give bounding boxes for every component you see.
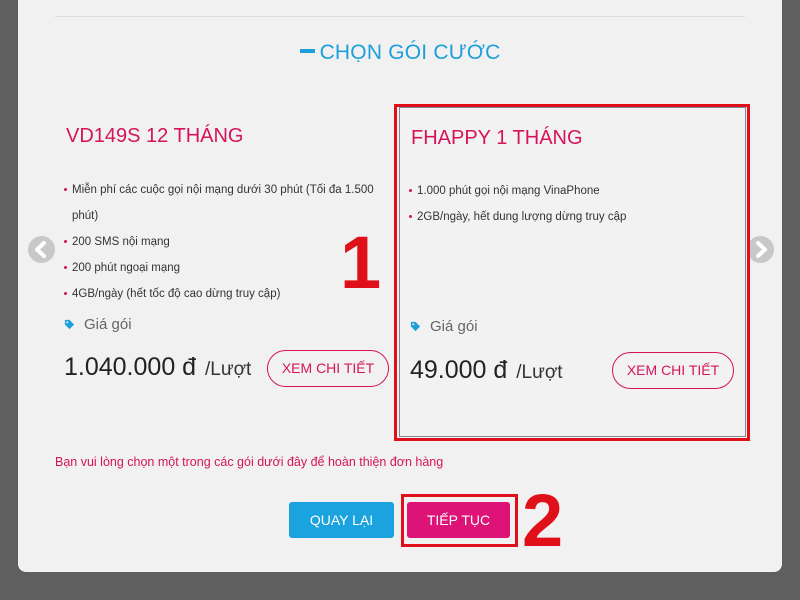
feature-item: 200 SMS nội mạng [64, 229, 386, 255]
package-name: VD149S 12 THÁNG [66, 125, 244, 147]
section-title-text: CHỌN GÓI CƯỚC [319, 41, 501, 64]
instruction-note: Bạn vui lòng chọn một trong các gói dưới… [55, 455, 444, 469]
divider [55, 16, 745, 17]
step-number-2: 2 [522, 479, 564, 562]
chevron-left-icon [35, 241, 46, 258]
step-number-1: 1 [340, 221, 382, 304]
chevron-right-icon [756, 241, 767, 258]
feature-item: 200 phút ngoại mạng [64, 255, 386, 281]
prev-arrow-button[interactable] [28, 236, 55, 263]
price-tag-icon [64, 319, 75, 330]
price-label: Giá gói [64, 316, 132, 333]
feature-item: Miễn phí các cuộc gọi nội mạng dưới 30 p… [64, 177, 386, 229]
back-button[interactable]: QUAY LẠI [289, 502, 394, 538]
dash-icon [299, 49, 315, 54]
highlight-box-package [394, 104, 750, 441]
price-unit: /Lượt [205, 359, 252, 380]
section-title: CHỌN GÓI CƯỚC [0, 41, 800, 65]
view-detail-button[interactable]: XEM CHI TIẾT [267, 350, 389, 387]
next-arrow-button[interactable] [747, 236, 774, 263]
price-value: 1.040.000 đ [64, 353, 197, 381]
price: 1.040.000 đ /Lượt [64, 353, 251, 382]
highlight-box-continue [401, 494, 518, 547]
feature-list: Miễn phí các cuộc gọi nội mạng dưới 30 p… [64, 177, 386, 307]
feature-item: 4GB/ngày (hết tốc độ cao dừng truy cập) [64, 281, 386, 307]
price-label-text: Giá gói [84, 316, 132, 333]
